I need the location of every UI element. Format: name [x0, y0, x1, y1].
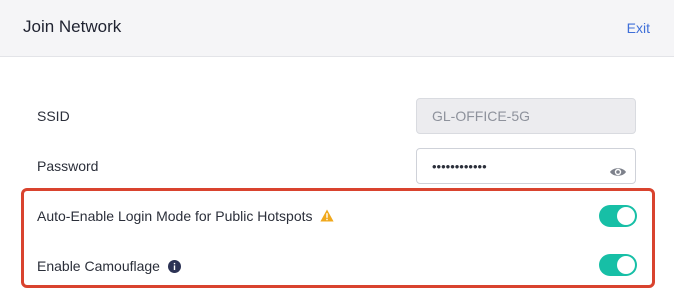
ssid-value: GL-OFFICE-5G	[432, 108, 531, 124]
auto-login-label: Auto-Enable Login Mode for Public Hotspo…	[37, 208, 313, 224]
auto-login-toggle[interactable]	[599, 205, 637, 227]
camouflage-row: Enable Camouflage	[37, 258, 181, 274]
auto-login-row: Auto-Enable Login Mode for Public Hotspo…	[37, 208, 334, 224]
camouflage-toggle[interactable]	[599, 254, 637, 276]
ssid-label: SSID	[37, 108, 70, 124]
password-field[interactable]: ••••••••••••	[416, 148, 636, 184]
password-value: ••••••••••••	[432, 159, 487, 174]
toggle-knob	[617, 207, 635, 225]
password-label: Password	[37, 158, 99, 174]
eye-icon[interactable]	[609, 158, 627, 176]
info-icon[interactable]	[167, 260, 181, 273]
warning-icon	[320, 209, 334, 222]
toggle-knob	[617, 256, 635, 274]
ssid-field: GL-OFFICE-5G	[416, 98, 636, 134]
dialog-title: Join Network	[23, 17, 122, 36]
dialog-header: Join Network Exit	[0, 0, 674, 57]
camouflage-label: Enable Camouflage	[37, 258, 160, 274]
exit-link[interactable]: Exit	[627, 20, 650, 36]
